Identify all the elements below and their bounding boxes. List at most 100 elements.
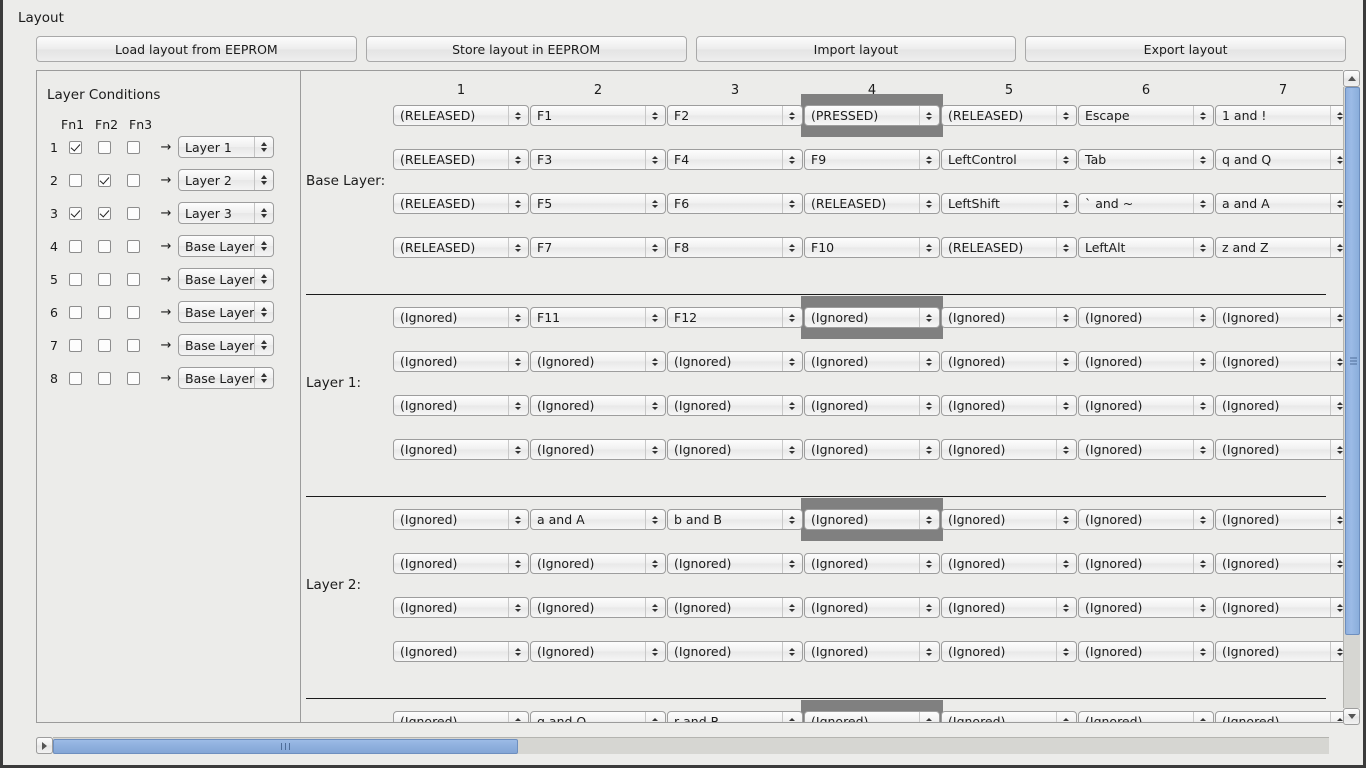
key-binding-select[interactable]: (Ignored): [530, 553, 666, 574]
spinner-updown-icon[interactable]: [919, 396, 935, 415]
spinner-updown-icon[interactable]: [1056, 642, 1072, 661]
spinner-updown-icon[interactable]: [645, 396, 661, 415]
spinner-updown-icon[interactable]: [1193, 352, 1209, 371]
key-binding-select[interactable]: q and Q: [1215, 149, 1346, 170]
spinner-updown-icon[interactable]: [1193, 712, 1209, 723]
key-binding-select[interactable]: (Ignored): [530, 439, 666, 460]
checkbox-fn3[interactable]: [127, 141, 140, 154]
key-binding-select[interactable]: F1: [530, 105, 666, 126]
key-binding-select[interactable]: q and Q: [530, 711, 666, 723]
key-binding-select[interactable]: (RELEASED): [393, 149, 529, 170]
key-binding-select[interactable]: (Ignored): [667, 439, 803, 460]
key-binding-select[interactable]: (Ignored): [1215, 711, 1346, 723]
spinner-updown-icon[interactable]: [254, 137, 270, 157]
key-binding-select[interactable]: (Ignored): [1078, 597, 1214, 618]
spinner-updown-icon[interactable]: [919, 308, 935, 327]
spinner-updown-icon[interactable]: [782, 150, 798, 169]
spinner-updown-icon[interactable]: [508, 554, 524, 573]
key-binding-select[interactable]: (Ignored): [941, 307, 1077, 328]
layer-target-select[interactable]: Layer 3: [178, 202, 274, 224]
checkbox-fn3[interactable]: [127, 306, 140, 319]
checkbox-fn1[interactable]: [69, 372, 82, 385]
key-binding-select[interactable]: (RELEASED): [393, 237, 529, 258]
key-binding-select[interactable]: (PRESSED): [804, 105, 940, 126]
key-binding-select[interactable]: (Ignored): [393, 351, 529, 372]
spinner-updown-icon[interactable]: [782, 396, 798, 415]
vertical-scroll-thumb[interactable]: [1345, 87, 1360, 635]
layer-target-select[interactable]: Layer 1: [178, 136, 274, 158]
key-binding-select[interactable]: Escape: [1078, 105, 1214, 126]
spinner-updown-icon[interactable]: [782, 598, 798, 617]
spinner-updown-icon[interactable]: [1193, 194, 1209, 213]
spinner-updown-icon[interactable]: [782, 642, 798, 661]
key-binding-select[interactable]: (Ignored): [941, 711, 1077, 723]
key-binding-select[interactable]: z and Z: [1215, 237, 1346, 258]
checkbox-fn3[interactable]: [127, 372, 140, 385]
key-binding-select[interactable]: r and R: [667, 711, 803, 723]
key-binding-select[interactable]: F9: [804, 149, 940, 170]
checkbox-fn2[interactable]: [98, 240, 111, 253]
spinner-updown-icon[interactable]: [919, 238, 935, 257]
spinner-updown-icon[interactable]: [782, 510, 798, 529]
spinner-updown-icon[interactable]: [1056, 238, 1072, 257]
import-layout-button[interactable]: Import layout: [696, 36, 1017, 62]
key-binding-select[interactable]: (Ignored): [1078, 509, 1214, 530]
key-binding-select[interactable]: (Ignored): [393, 641, 529, 662]
key-binding-select[interactable]: (Ignored): [941, 509, 1077, 530]
spinner-updown-icon[interactable]: [508, 712, 524, 723]
vertical-scroll-track[interactable]: [1343, 87, 1360, 708]
checkbox-fn1[interactable]: [69, 339, 82, 352]
key-binding-select[interactable]: (Ignored): [1078, 641, 1214, 662]
key-binding-select[interactable]: (Ignored): [530, 641, 666, 662]
spinner-updown-icon[interactable]: [645, 352, 661, 371]
spinner-updown-icon[interactable]: [919, 642, 935, 661]
checkbox-fn3[interactable]: [127, 240, 140, 253]
scroll-up-button[interactable]: [1343, 70, 1360, 87]
spinner-updown-icon[interactable]: [919, 510, 935, 529]
key-binding-select[interactable]: (Ignored): [804, 597, 940, 618]
store-layout-in-eeprom-button[interactable]: Store layout in EEPROM: [366, 36, 687, 62]
key-binding-select[interactable]: 1 and !: [1215, 105, 1346, 126]
key-binding-select[interactable]: (Ignored): [941, 597, 1077, 618]
key-binding-select[interactable]: (Ignored): [667, 351, 803, 372]
key-binding-select[interactable]: (RELEASED): [393, 193, 529, 214]
spinner-updown-icon[interactable]: [1193, 510, 1209, 529]
spinner-updown-icon[interactable]: [1193, 238, 1209, 257]
key-binding-select[interactable]: (Ignored): [393, 439, 529, 460]
key-binding-select[interactable]: (Ignored): [804, 439, 940, 460]
key-binding-select[interactable]: (Ignored): [530, 395, 666, 416]
vertical-scrollbar[interactable]: [1343, 70, 1360, 725]
spinner-updown-icon[interactable]: [508, 440, 524, 459]
spinner-updown-icon[interactable]: [782, 238, 798, 257]
key-binding-select[interactable]: F6: [667, 193, 803, 214]
spinner-updown-icon[interactable]: [1056, 510, 1072, 529]
spinner-updown-icon[interactable]: [1056, 712, 1072, 723]
spinner-updown-icon[interactable]: [919, 712, 935, 723]
key-binding-select[interactable]: (Ignored): [941, 439, 1077, 460]
key-binding-select[interactable]: LeftAlt: [1078, 237, 1214, 258]
key-binding-select[interactable]: (Ignored): [393, 553, 529, 574]
key-binding-select[interactable]: (Ignored): [1078, 351, 1214, 372]
spinner-updown-icon[interactable]: [1193, 150, 1209, 169]
spinner-updown-icon[interactable]: [1056, 440, 1072, 459]
spinner-updown-icon[interactable]: [645, 308, 661, 327]
key-binding-select[interactable]: (Ignored): [1215, 597, 1346, 618]
spinner-updown-icon[interactable]: [1056, 396, 1072, 415]
key-binding-select[interactable]: (Ignored): [667, 553, 803, 574]
key-binding-select[interactable]: (Ignored): [804, 395, 940, 416]
spinner-updown-icon[interactable]: [919, 150, 935, 169]
key-binding-select[interactable]: (Ignored): [1078, 711, 1214, 723]
key-binding-select[interactable]: (Ignored): [1215, 439, 1346, 460]
spinner-updown-icon[interactable]: [508, 642, 524, 661]
spinner-updown-icon[interactable]: [919, 194, 935, 213]
key-binding-select[interactable]: (RELEASED): [941, 105, 1077, 126]
checkbox-fn2[interactable]: [98, 273, 111, 286]
key-binding-select[interactable]: (Ignored): [393, 711, 529, 723]
spinner-updown-icon[interactable]: [508, 352, 524, 371]
key-binding-select[interactable]: (Ignored): [1078, 395, 1214, 416]
horizontal-scroll-track[interactable]: [53, 737, 1329, 754]
key-binding-select[interactable]: (Ignored): [941, 641, 1077, 662]
key-binding-select[interactable]: (Ignored): [804, 509, 940, 530]
layer-target-select[interactable]: Layer 2: [178, 169, 274, 191]
horizontal-scrollbar[interactable]: [36, 737, 1346, 754]
